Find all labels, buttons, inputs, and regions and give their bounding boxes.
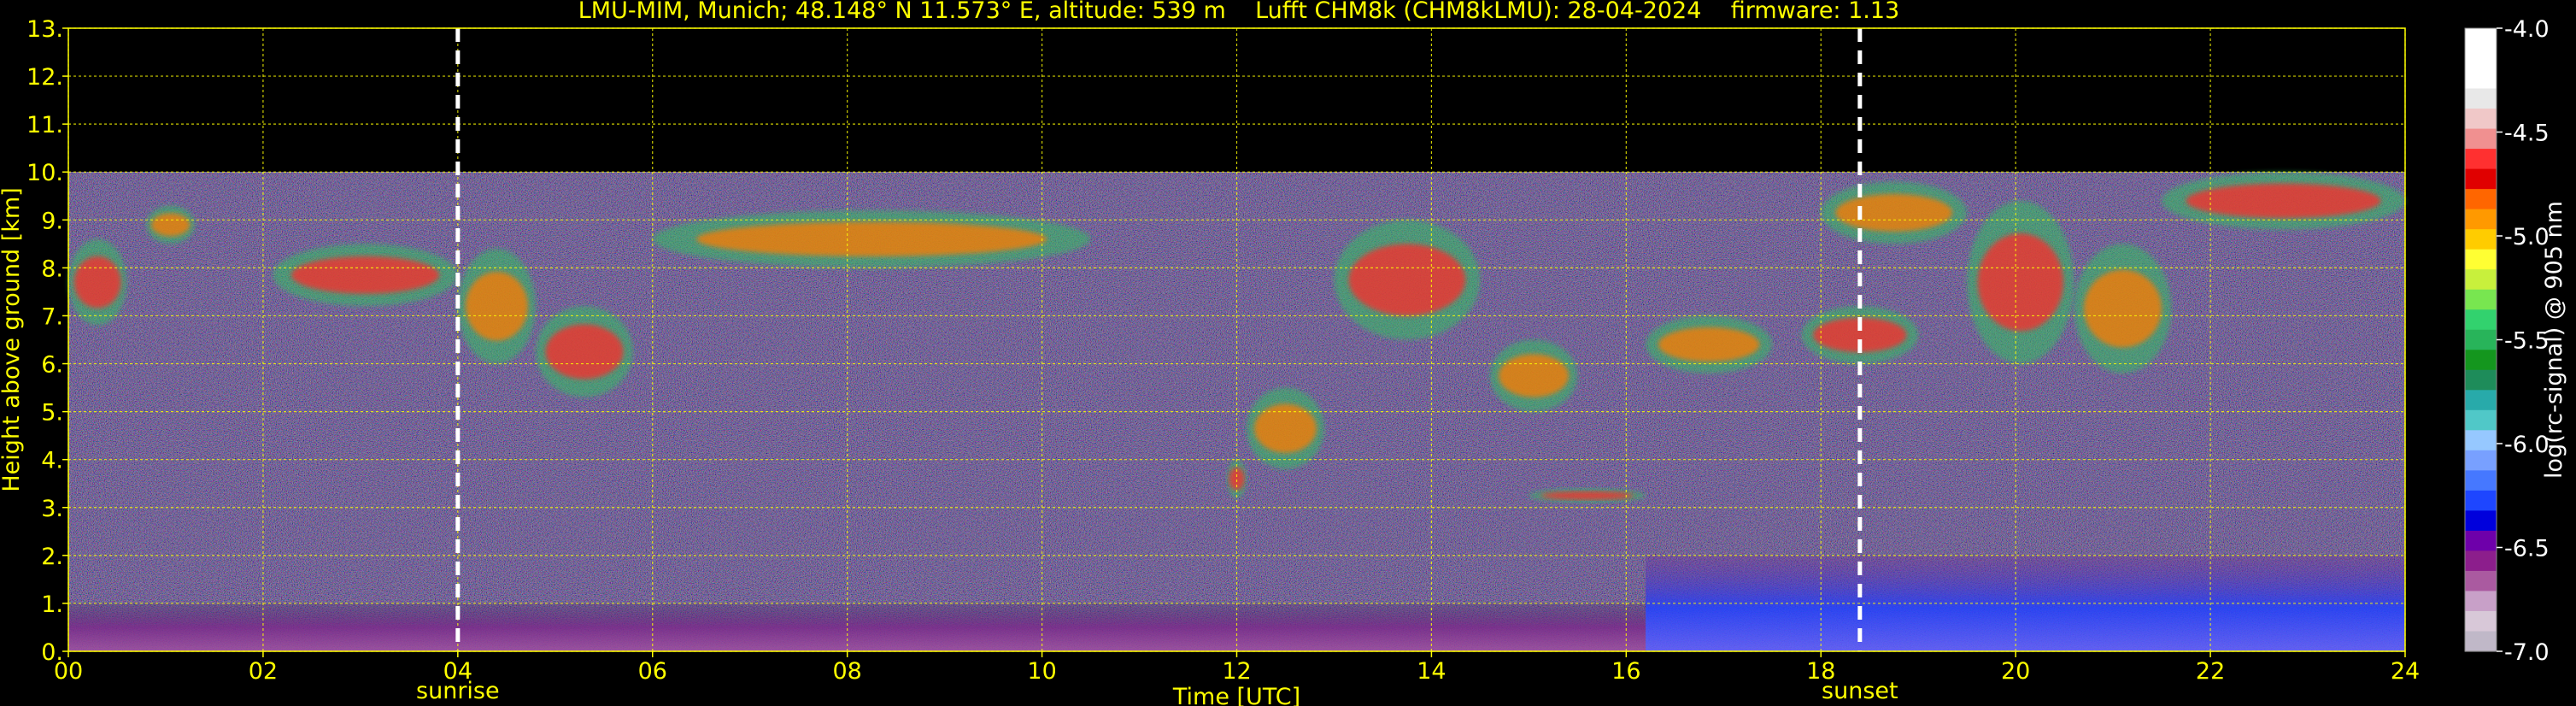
ceilometer-chart: LMU-MIM, Munich; 48.148° N 11.573° E, al… [0,0,2567,706]
colorbar-segment [2465,209,2497,230]
boundary-layer [1646,555,2405,651]
colorbar: -4.0-4.5-5.0-5.5-6.0-6.5-7.0 [2464,16,2550,666]
colorbar-tick-label: -7.0 [2504,639,2550,666]
colorbar-segment [2465,109,2497,130]
cloud-core [2186,183,2381,219]
y-tick-label: 5. [41,400,63,427]
colorbar-segment [2465,249,2497,270]
y-tick-label: 4. [41,448,63,474]
colorbar-segment [2465,390,2497,411]
colorbar-segment [2465,369,2497,391]
colorbar-segment [2465,610,2497,632]
chart-title: LMU-MIM, Munich; 48.148° N 11.573° E, al… [578,0,1899,24]
cloud-core [150,213,191,237]
colorbar-tick-label: -4.5 [2504,121,2550,147]
colorbar-segment [2465,168,2497,190]
cloud-core [73,256,121,309]
colorbar-segment [2465,269,2497,291]
colorbar-segment [2465,430,2497,451]
colorbar-segment [2465,550,2497,572]
cloud-core [696,221,1047,256]
y-tick-label: 6. [41,352,63,379]
x-tick-label: 16 [1611,658,1640,685]
y-tick-label: 9. [41,208,63,234]
y-tick-label: 3. [41,496,63,522]
colorbar-segment [2465,350,2497,371]
colorbar-segment [2465,631,2497,652]
colorbar-segment [2465,409,2497,431]
x-tick-label: 24 [2391,658,2420,685]
x-tick-label: 06 [638,658,667,685]
colorbar-segment [2465,88,2497,109]
cloud-core [1348,244,1466,316]
colorbar-segment [2465,591,2497,612]
y-tick-label: 10. [26,160,63,186]
colorbar-segment [2465,450,2497,471]
cloud-core [465,271,528,341]
colorbar-segment [2465,229,2497,250]
cloud-core [1835,194,1953,232]
y-tick-label: 12. [26,64,63,91]
colorbar-segment [2465,149,2497,170]
sunrise-label: sunrise [416,678,500,704]
cloud-core [545,324,624,379]
plot-area [67,27,2406,652]
cloud-core [1658,327,1760,362]
colorbar-segment [2465,309,2497,331]
cloud-core [290,256,440,294]
x-tick-label: 12 [1222,658,1251,685]
y-tick-label: 2. [41,544,63,570]
y-tick-label: 1. [41,591,63,618]
cloud-core [1540,491,1634,500]
colorbar-segment [2465,510,2497,532]
boundary-layer [68,603,1646,651]
colorbar-tick-label: -6.5 [2504,536,2550,562]
x-tick-label: 22 [2196,658,2225,685]
colorbar-segment [2465,570,2497,592]
sunset-label: sunset [1822,678,1898,704]
cloud-core [1499,354,1570,397]
colorbar-segment [2465,68,2497,90]
colorbar-segment [2465,530,2497,552]
x-tick-label: 20 [2001,658,2030,685]
x-tick-label: 14 [1417,658,1446,685]
y-tick-label: 13. [26,16,63,43]
x-axis-label: Time [UTC] [1172,684,1300,706]
x-tick-label: 02 [249,658,278,685]
colorbar-segment [2465,128,2497,150]
colorbar-tick-label: -4.0 [2504,16,2550,43]
cloud-core [1977,233,2064,332]
y-axis-label: Height above ground [km] [0,187,25,491]
colorbar-segment [2465,490,2497,511]
colorbar-segment [2465,329,2497,350]
x-tick-label: 08 [832,658,861,685]
colorbar-segment [2465,289,2497,310]
y-tick-label: 7. [41,303,63,330]
colorbar-segment [2465,189,2497,210]
colorbar-segment [2465,470,2497,491]
x-tick-label: 10 [1027,658,1056,685]
y-tick-label: 8. [41,256,63,282]
y-tick-label: 11. [26,112,63,138]
colorbar-label: log(rc-signal) @ 905 nm [2541,201,2567,479]
y-tick-label: 0. [41,639,63,666]
cloud-core [2083,269,2162,348]
colorbar-segment [2465,28,2497,50]
colorbar-segment [2465,48,2497,69]
